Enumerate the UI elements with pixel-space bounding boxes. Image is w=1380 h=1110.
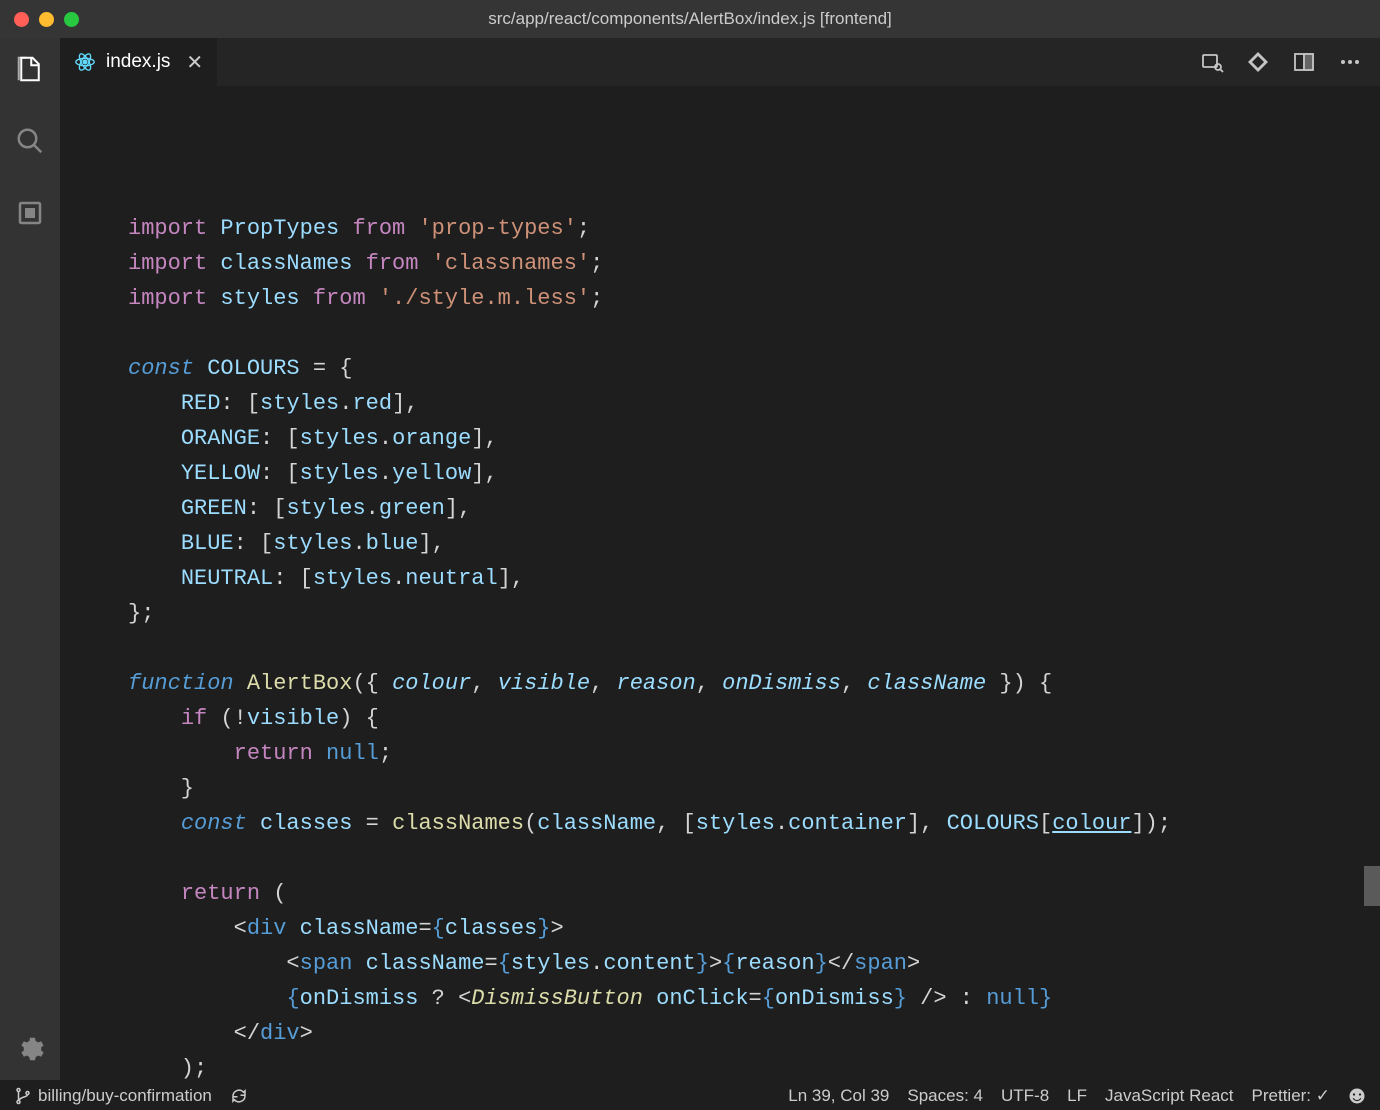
- feedback-icon[interactable]: [1348, 1087, 1366, 1105]
- code-line[interactable]: };: [128, 596, 1380, 631]
- tab-bar: index.js ✕: [60, 38, 1380, 86]
- scrollbar[interactable]: [1364, 86, 1380, 1080]
- code-line[interactable]: const COLOURS = {: [128, 351, 1380, 386]
- code-line[interactable]: <div className={classes}>: [128, 911, 1380, 946]
- branch-name: billing/buy-confirmation: [38, 1086, 212, 1106]
- code-line[interactable]: RED: [styles.red],: [128, 386, 1380, 421]
- code-line[interactable]: }: [128, 771, 1380, 806]
- titlebar: src/app/react/components/AlertBox/index.…: [0, 0, 1380, 38]
- scrollbar-thumb[interactable]: [1364, 866, 1380, 906]
- tab-index-js[interactable]: index.js ✕: [60, 38, 218, 86]
- code-line[interactable]: GREEN: [styles.green],: [128, 491, 1380, 526]
- code-line[interactable]: if (!visible) {: [128, 701, 1380, 736]
- tab-filename: index.js: [106, 51, 170, 73]
- react-file-icon: [74, 51, 96, 73]
- sync-icon[interactable]: [230, 1087, 248, 1105]
- code-line[interactable]: import classNames from 'classnames';: [128, 246, 1380, 281]
- code-line[interactable]: const classes = classNames(className, [s…: [128, 806, 1380, 841]
- code-line[interactable]: NEUTRAL: [styles.neutral],: [128, 561, 1380, 596]
- activity-bar: [0, 38, 60, 1080]
- eol[interactable]: LF: [1067, 1086, 1087, 1106]
- code-line[interactable]: BLUE: [styles.blue],: [128, 526, 1380, 561]
- settings-icon[interactable]: [13, 1032, 47, 1066]
- prettier-status[interactable]: Prettier: ✓: [1252, 1086, 1330, 1106]
- code-line[interactable]: ORANGE: [styles.orange],: [128, 421, 1380, 456]
- language-mode[interactable]: JavaScript React: [1105, 1086, 1234, 1106]
- close-window-button[interactable]: [14, 12, 29, 27]
- more-actions-icon[interactable]: [1338, 50, 1362, 74]
- git-branch[interactable]: billing/buy-confirmation: [14, 1086, 212, 1106]
- source-control-icon[interactable]: [13, 196, 47, 230]
- explorer-icon[interactable]: [13, 52, 47, 86]
- status-bar: billing/buy-confirmation Ln 39, Col 39 S…: [0, 1080, 1380, 1110]
- editor-actions: [1200, 38, 1380, 86]
- minimize-window-button[interactable]: [39, 12, 54, 27]
- tab-close-icon[interactable]: ✕: [186, 50, 203, 75]
- window-title: src/app/react/components/AlertBox/index.…: [488, 9, 891, 29]
- code-line[interactable]: </div>: [128, 1016, 1380, 1051]
- code-line[interactable]: <span className={styles.content}>{reason…: [128, 946, 1380, 981]
- indentation[interactable]: Spaces: 4: [907, 1086, 983, 1106]
- code-line[interactable]: {onDismiss ? <DismissButton onClick={onD…: [128, 981, 1380, 1016]
- code-line[interactable]: return (: [128, 876, 1380, 911]
- code-line[interactable]: import PropTypes from 'prop-types';: [128, 211, 1380, 246]
- maximize-window-button[interactable]: [64, 12, 79, 27]
- source-control-diff-icon[interactable]: [1246, 50, 1270, 74]
- window-controls: [14, 12, 79, 27]
- code-line[interactable]: );: [128, 1051, 1380, 1080]
- encoding[interactable]: UTF-8: [1001, 1086, 1049, 1106]
- cursor-position[interactable]: Ln 39, Col 39: [788, 1086, 889, 1106]
- code-line[interactable]: return null;: [128, 736, 1380, 771]
- code-editor[interactable]: import PropTypes from 'prop-types';impor…: [60, 86, 1380, 1080]
- code-line[interactable]: [128, 631, 1380, 666]
- code-line[interactable]: YELLOW: [styles.yellow],: [128, 456, 1380, 491]
- code-line[interactable]: function AlertBox({ colour, visible, rea…: [128, 666, 1380, 701]
- code-line[interactable]: [128, 316, 1380, 351]
- find-replace-icon[interactable]: [1200, 50, 1224, 74]
- code-line[interactable]: [128, 841, 1380, 876]
- search-icon[interactable]: [13, 124, 47, 158]
- code-line[interactable]: import styles from './style.m.less';: [128, 281, 1380, 316]
- editor-area: index.js ✕ import: [60, 38, 1380, 1080]
- split-editor-icon[interactable]: [1292, 50, 1316, 74]
